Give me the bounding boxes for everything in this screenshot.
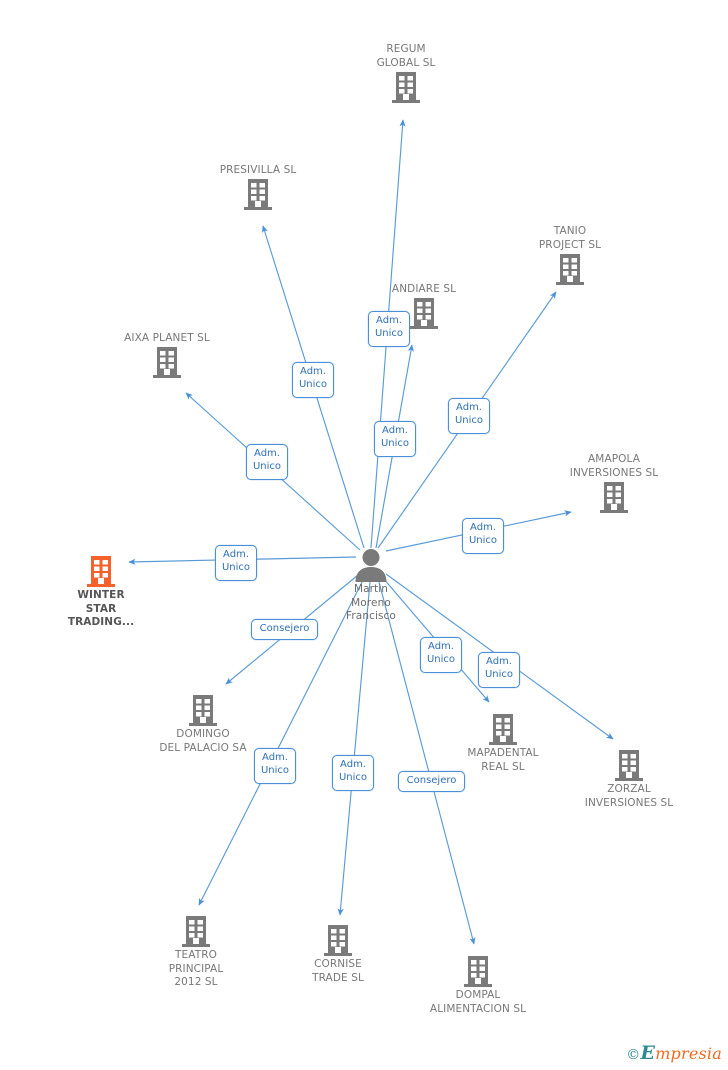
building-icon: [198, 177, 318, 211]
node-presivilla-sl-label: PRESIVILLA SL: [219, 163, 297, 176]
node-aixa-planet-sl[interactable]: AIXA PLANET SL: [107, 331, 227, 380]
node-amapola-inversiones-sl[interactable]: AMAPOLA INVERSIONES SL: [554, 452, 674, 514]
edge-cornise-trade: [337, 581, 371, 916]
node-winter-star-trading[interactable]: WINTER STAR TRADING...: [41, 554, 161, 630]
brand-name: mpresia: [655, 1044, 722, 1063]
node-andiare-sl-label: ANDIARE SL: [391, 282, 457, 295]
node-cornise-trade-sl[interactable]: CORNISE TRADE SL: [278, 923, 398, 985]
node-teatro-principal-2012-label: TEATRO PRINCIPAL 2012 SL: [168, 949, 224, 988]
building-icon: [569, 748, 689, 782]
node-regum-global-sl-label: REGUM GLOBAL SL: [376, 43, 436, 69]
node-zorzal-inversiones-sl[interactable]: ZORZAL INVERSIONES SL: [569, 748, 689, 810]
node-tanio-project-sl[interactable]: TANIO PROJECT SL: [510, 224, 630, 286]
node-presivilla-sl[interactable]: PRESIVILLA SL: [198, 163, 318, 212]
label-teatro-principal[interactable]: Adm. Unico: [254, 748, 296, 784]
node-domingo-del-palacio-sa[interactable]: DOMINGO DEL PALACIO SA: [143, 693, 263, 755]
node-dompal-alimentacion-sl[interactable]: DOMPAL ALIMENTACION SL: [418, 954, 538, 1016]
building-icon: [346, 70, 466, 104]
building-icon: [136, 914, 256, 948]
label-winter-star[interactable]: Adm. Unico: [215, 545, 257, 581]
building-icon: [510, 252, 630, 286]
label-regum-global[interactable]: Adm. Unico: [374, 421, 416, 457]
building-icon: [107, 345, 227, 379]
node-mapadental-real-sl[interactable]: MAPADENTAL REAL SL: [443, 712, 563, 774]
graph-edges-layer: [128, 119, 614, 945]
label-tanio-project[interactable]: Adm. Unico: [448, 398, 490, 434]
brand-initial: E: [640, 1042, 656, 1064]
label-cornise-trade[interactable]: Adm. Unico: [332, 755, 374, 791]
node-zorzal-inversiones-sl-label: ZORZAL INVERSIONES SL: [584, 783, 674, 809]
label-amapola[interactable]: Adm. Unico: [462, 518, 504, 554]
copyright-symbol: ©: [626, 1047, 641, 1063]
node-cornise-trade-sl-label: CORNISE TRADE SL: [312, 958, 364, 984]
building-icon: [143, 693, 263, 727]
person-icon: [311, 548, 431, 582]
label-zorzal[interactable]: Adm. Unico: [478, 652, 520, 688]
label-andiare[interactable]: Adm. Unico: [368, 311, 410, 347]
node-winter-star-trading-label: WINTER STAR TRADING...: [67, 589, 135, 628]
node-dompal-alimentacion-sl-label: DOMPAL ALIMENTACION SL: [429, 989, 527, 1015]
building-icon: [554, 480, 674, 514]
relationship-graph: Martin Moreno Francisco REGUM GLOBAL SL P…: [0, 0, 728, 1070]
building-icon-highlight: [41, 554, 161, 588]
label-presivilla[interactable]: Adm. Unico: [292, 362, 334, 398]
building-icon: [278, 923, 398, 957]
node-center-person[interactable]: Martin Moreno Francisco: [311, 548, 431, 624]
label-mapadental[interactable]: Adm. Unico: [420, 637, 462, 673]
label-dompal[interactable]: Consejero: [398, 771, 465, 792]
node-mapadental-real-sl-label: MAPADENTAL REAL SL: [467, 747, 539, 773]
node-domingo-del-palacio-sa-label: DOMINGO DEL PALACIO SA: [159, 728, 247, 754]
node-amapola-inversiones-sl-label: AMAPOLA INVERSIONES SL: [569, 453, 659, 479]
empresia-watermark: ©Empresia: [626, 1042, 722, 1064]
label-aixa-planet[interactable]: Adm. Unico: [246, 444, 288, 480]
building-icon: [418, 954, 538, 988]
node-aixa-planet-sl-label: AIXA PLANET SL: [124, 331, 210, 344]
node-tanio-project-sl-label: TANIO PROJECT SL: [538, 225, 602, 251]
node-center-person-label: Martin Moreno Francisco: [346, 583, 396, 622]
node-regum-global-sl[interactable]: REGUM GLOBAL SL: [346, 42, 466, 104]
building-icon: [443, 712, 563, 746]
label-domingo-palacio[interactable]: Consejero: [251, 619, 318, 640]
node-teatro-principal-2012[interactable]: TEATRO PRINCIPAL 2012 SL: [136, 914, 256, 990]
